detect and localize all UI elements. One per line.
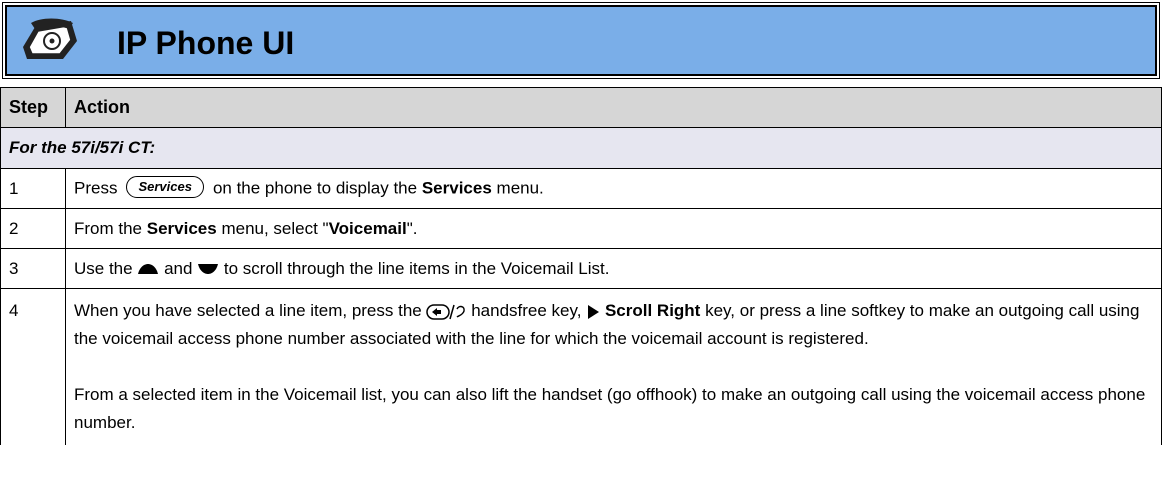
- action-bold: Voicemail: [328, 218, 407, 238]
- step-number: 3: [0, 248, 66, 289]
- handsfree-key-icon: [426, 303, 466, 320]
- action-text: on the phone to display the: [212, 177, 418, 197]
- section-label: For the 57i/57i CT:: [0, 127, 1162, 169]
- action-paragraph: When you have selected a line item, pres…: [74, 297, 1153, 353]
- action-cell: Use the and to scroll through the line i…: [65, 248, 1162, 289]
- table-row: 2 From the Services menu, select "Voicem…: [0, 208, 1162, 249]
- table-row: 1 Press Services on the phone to display…: [0, 168, 1162, 209]
- steps-table: Step Action For the 57i/57i CT: 1 Press …: [0, 87, 1162, 445]
- action-cell: Press Services on the phone to display t…: [65, 168, 1162, 209]
- down-arrow-key-icon: [198, 264, 219, 275]
- action-text: menu.: [496, 177, 544, 197]
- up-arrow-key-icon: [138, 264, 159, 275]
- page-title: IP Phone UI: [117, 25, 295, 61]
- action-text: From the: [74, 218, 143, 238]
- column-header-action: Action: [65, 87, 1162, 128]
- action-cell: When you have selected a line item, pres…: [65, 288, 1162, 445]
- action-bold: Services: [146, 218, 217, 238]
- action-text: menu, select ": [221, 218, 329, 238]
- step-number: 1: [0, 168, 66, 209]
- scroll-right-icon: [588, 304, 600, 319]
- column-header-step: Step: [0, 87, 66, 128]
- action-text: handsfree key,: [471, 301, 582, 320]
- table-header-row: Step Action: [0, 87, 1162, 128]
- services-key-label: Services: [138, 178, 192, 194]
- section-header: IP Phone UI: [2, 2, 1160, 79]
- action-text: Press: [74, 177, 118, 197]
- services-key-icon: Services: [126, 175, 205, 198]
- action-text: When you have selected a line item, pres…: [74, 301, 422, 320]
- step-number: 4: [0, 288, 66, 445]
- table-row: 3 Use the and to scroll through the line…: [0, 248, 1162, 289]
- action-text: to scroll through the line items in the …: [223, 258, 610, 278]
- action-text: Use the: [74, 258, 133, 278]
- action-cell: From the Services menu, select "Voicemai…: [65, 208, 1162, 249]
- action-bold: Scroll Right: [604, 301, 701, 320]
- action-text: ".: [406, 218, 418, 238]
- step-number: 2: [0, 208, 66, 249]
- section-row: For the 57i/57i CT:: [0, 127, 1162, 169]
- action-bold: Services: [421, 177, 492, 197]
- action-paragraph: From a selected item in the Voicemail li…: [74, 385, 1146, 432]
- table-row: 4 When you have selected a line item, pr…: [0, 288, 1162, 445]
- action-text: and: [164, 258, 193, 278]
- phone-icon: [23, 18, 77, 59]
